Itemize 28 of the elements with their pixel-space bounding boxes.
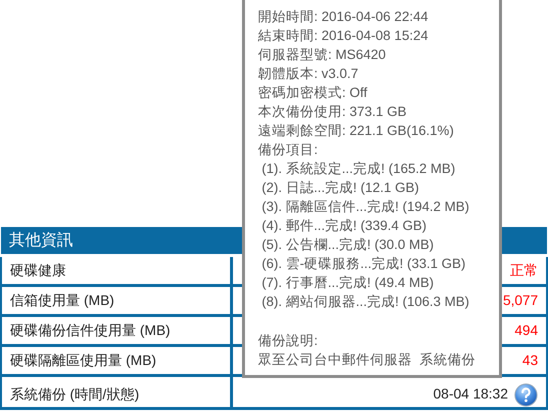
info-line: 遠端剩餘空間: 221.1 GB(16.1%): [258, 122, 454, 140]
row-label: 硬碟隔離區使用量 (MB): [1, 345, 231, 375]
backup-item: (8). 網站伺服器...完成! (106.3 MB): [260, 293, 470, 311]
row-label: 信箱使用量 (MB): [1, 285, 231, 315]
row-value: 5,077: [502, 292, 538, 308]
backup-item: (6). 雲-硬碟服務...完成! (33.1 GB): [260, 255, 466, 273]
backup-item: (1). 系統設定...完成! (165.2 MB): [260, 160, 456, 178]
info-line: 備份項目:: [258, 141, 318, 159]
row-label: 硬碟備份信件使用量 (MB): [1, 315, 231, 345]
info-line: 結束時間: 2016-04-08 15:24: [258, 27, 428, 45]
info-line: 伺服器型號: MS6420: [258, 46, 386, 64]
info-line: 密碼加密模式: Off: [258, 84, 368, 102]
description-text: 眾至公司台中郵件伺服器 系統備份: [258, 351, 476, 369]
backup-item: (5). 公告欄...完成! (30.0 MB): [260, 236, 434, 254]
row-value: 正常: [510, 262, 538, 278]
info-line: 開始時間: 2016-04-06 22:44: [258, 8, 428, 26]
info-line: 本次備份使用: 373.1 GB: [258, 103, 407, 121]
help-icon[interactable]: [514, 382, 538, 406]
description-label: 備份說明:: [258, 332, 318, 350]
info-line: 韌體版本: v3.0.7: [258, 65, 358, 83]
backup-item: (2). 日誌...完成! (12.1 GB): [260, 179, 420, 197]
row-value: 43: [522, 352, 538, 368]
row-value: 08-04 18:32: [433, 385, 508, 402]
row-label: 系統備份 (時間/狀態): [1, 375, 231, 408]
row-label: 硬碟健康: [1, 255, 231, 285]
backup-item: (7). 行事曆...完成! (49.4 MB): [260, 274, 434, 292]
backup-item: (3). 隔離區信件...完成! (194.2 MB): [260, 198, 470, 216]
row-value: 494: [514, 322, 538, 338]
